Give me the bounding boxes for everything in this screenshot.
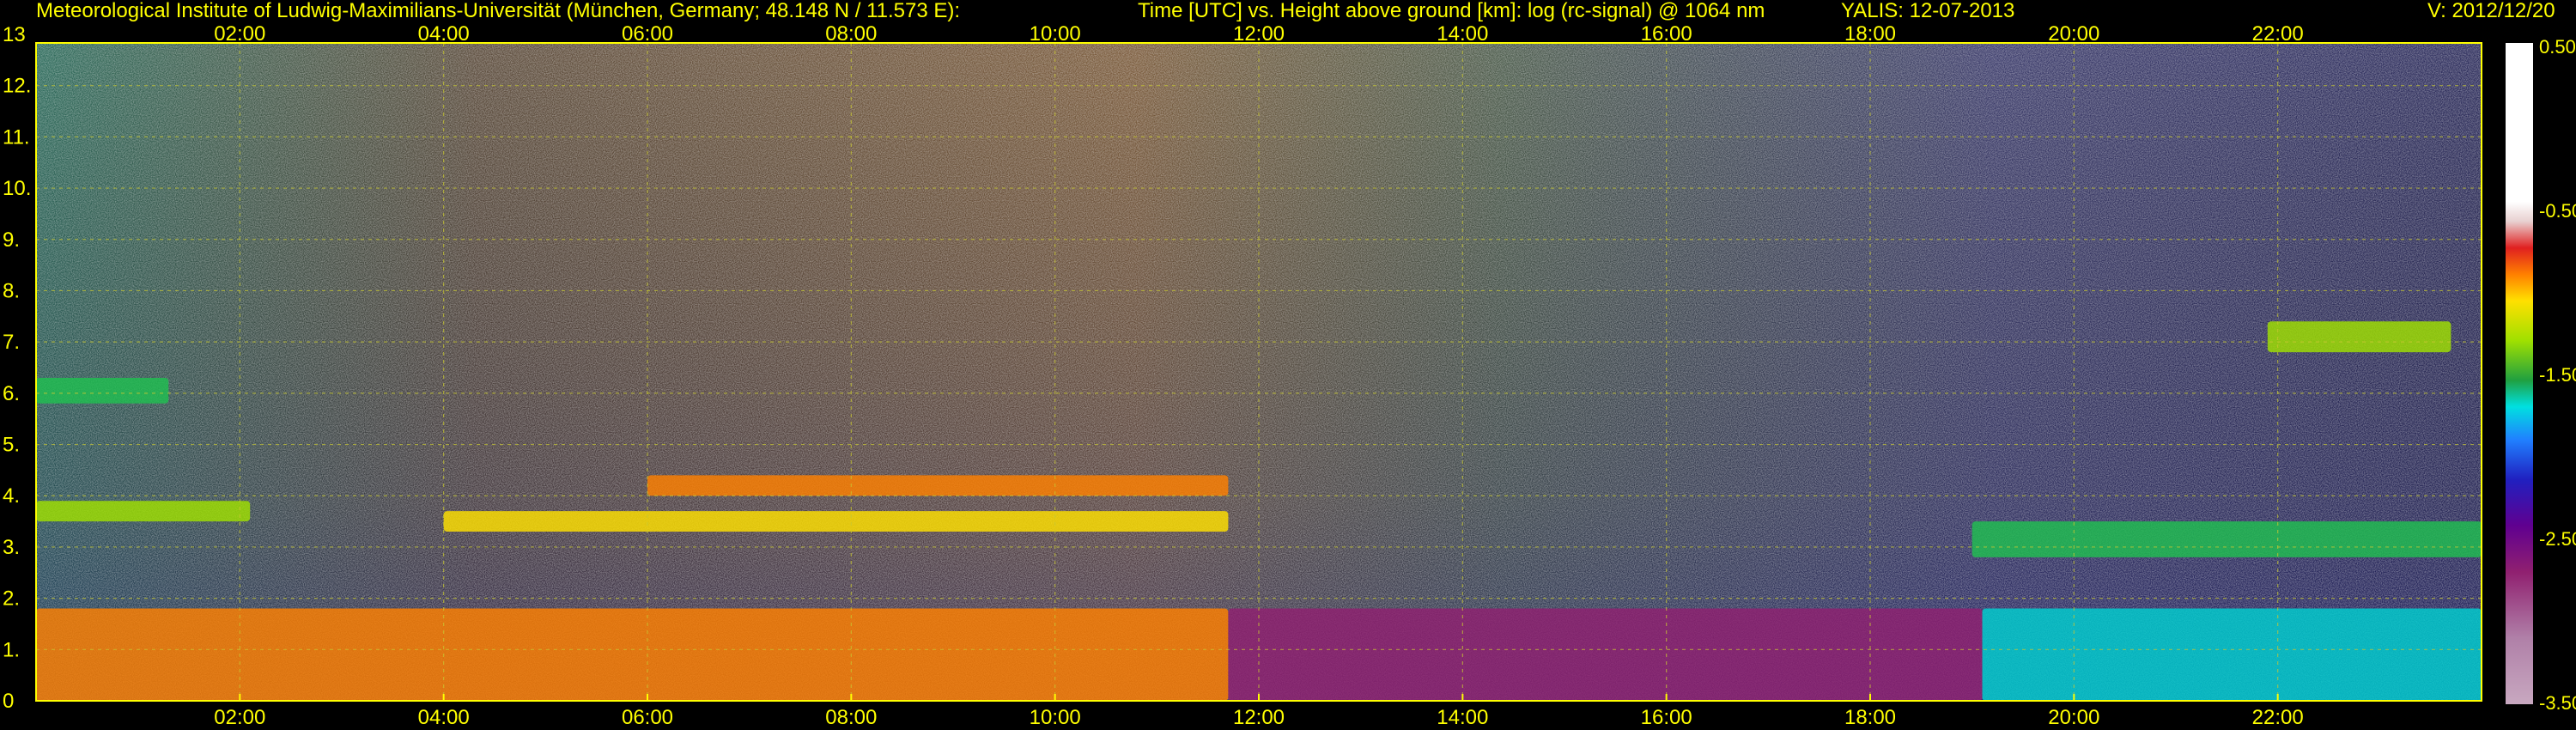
colorbar-scale [2506,43,2533,704]
x-tick-label-top-2: 06:00 [622,22,673,46]
y-tick-label-3: 3. [3,536,20,559]
layer-aerosol-layer-7 [1971,521,2482,557]
x-tick-label-bottom-2: 06:00 [622,706,673,729]
layer-aerosol-layer-8 [2267,321,2451,353]
x-tick-label-top-8: 18:00 [1844,22,1896,46]
colorbar-tick-label-2: -1.50 [2539,364,2576,386]
y-tick-label-11: 11. [3,125,30,149]
x-tick-label-bottom-9: 20:00 [2048,706,2099,729]
plot-area [36,43,2482,701]
x-tick-label-top-6: 14:00 [1437,22,1488,46]
y-tick-label-7: 7. [3,331,20,354]
layer-aerosol-layer-6 [36,377,169,404]
x-tick-label-top-9: 20:00 [2048,22,2099,46]
x-tick-label-top-1: 04:00 [418,22,470,46]
y-tick-label-1: 1. [3,638,20,661]
x-tick-label-top-0: 02:00 [214,22,265,46]
y-tick-label-2: 2. [3,587,20,611]
layer-boundary-layer-aerosol-2 [1982,608,2482,701]
y-tick-label-4: 4. [3,484,20,508]
layer-aerosol-layer-5 [647,475,1229,496]
colorbar-tick-label-1: -0.50 [2539,200,2576,222]
x-tick-label-bottom-10: 22:00 [2252,706,2304,729]
colorbar-tick-label-3: -2.50 [2539,528,2576,550]
y-tick-label-12: 12. [3,75,31,98]
layer-aerosol-layer-3 [36,501,251,522]
x-tick-label-top-5: 12:00 [1233,22,1285,46]
layer-boundary-layer-aerosol-1 [1228,608,1983,701]
y-tick-label-9: 9. [3,228,20,252]
x-tick-label-bottom-5: 12:00 [1233,706,1285,729]
colorbar-tick-label-0: 0.50 [2539,36,2576,58]
y-tick-label-6: 6. [3,382,20,405]
x-tick-label-top-10: 22:00 [2252,22,2304,46]
y-tick-label-8: 8. [3,279,20,302]
layer-boundary-layer-aerosol-0 [36,608,1229,701]
colorbar: 0.50 -0.50 -1.50 -2.50 -3.50 [2506,36,2576,714]
y-tick-label-13: 13 [3,23,26,46]
x-tick-label-bottom-8: 18:00 [1844,706,1896,729]
x-tick-label-bottom-7: 16:00 [1641,706,1692,729]
x-tick-label-bottom-3: 08:00 [825,706,877,729]
x-tick-label-bottom-4: 10:00 [1030,706,1081,729]
x-tick-label-bottom-6: 14:00 [1437,706,1488,729]
colorbar-tick-label-4: -3.50 [2539,692,2576,714]
y-tick-label-5: 5. [3,434,20,457]
layer-aerosol-layer-4 [443,511,1229,532]
x-tick-label-top-3: 08:00 [825,22,877,46]
lidar-backscatter-chart: 02:00 02:00 04:00 04:00 06:00 06:00 08:00 08:00… [3,22,2576,729]
x-tick-label-bottom-1: 04:00 [418,706,470,729]
y-tick-label-0: 0 [3,690,14,713]
x-tick-label-top-4: 10:00 [1030,22,1081,46]
x-tick-label-bottom-0: 02:00 [214,706,265,729]
x-tick-label-top-7: 16:00 [1641,22,1692,46]
y-tick-label-10: 10. [3,177,31,200]
